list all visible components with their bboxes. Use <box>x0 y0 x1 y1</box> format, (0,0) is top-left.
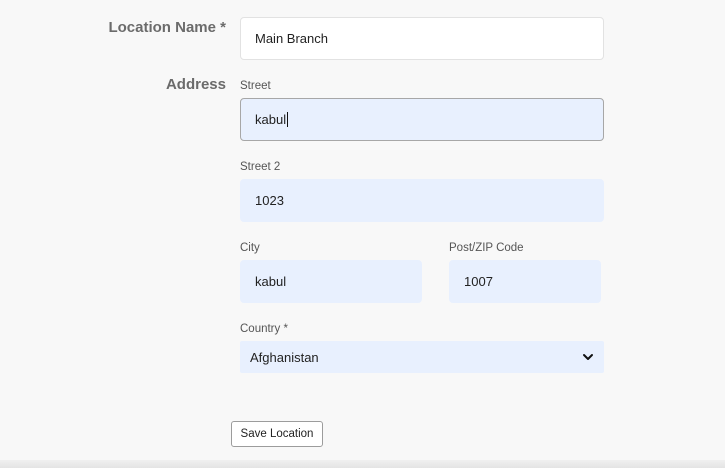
postcode-input[interactable]: 1007 <box>449 260 601 303</box>
street2-label: Street 2 <box>240 161 281 173</box>
location-name-label: Location Name * <box>108 19 226 36</box>
street2-input[interactable]: 1023 <box>240 179 604 222</box>
city-label: City <box>240 242 260 254</box>
country-value: Afghanistan <box>250 349 319 365</box>
address-label: Address <box>165 76 226 93</box>
postcode-label: Post/ZIP Code <box>449 242 524 254</box>
street-label: Street <box>240 80 271 92</box>
bottom-edge <box>0 460 725 468</box>
postcode-value: 1007 <box>464 274 493 289</box>
city-value: kabul <box>255 274 287 289</box>
street-input[interactable]: kabul <box>240 98 604 141</box>
text-cursor <box>287 112 289 127</box>
city-input[interactable]: kabul <box>240 260 422 303</box>
country-select[interactable]: Afghanistan <box>240 341 604 373</box>
street2-value: 1023 <box>255 193 284 208</box>
country-label: Country * <box>240 323 288 335</box>
street-value: kabul <box>255 112 287 127</box>
location-name-input[interactable]: Main Branch <box>240 17 604 60</box>
location-name-value: Main Branch <box>255 31 328 46</box>
save-location-button[interactable]: Save Location <box>231 421 323 447</box>
chevron-down-icon <box>582 351 594 363</box>
